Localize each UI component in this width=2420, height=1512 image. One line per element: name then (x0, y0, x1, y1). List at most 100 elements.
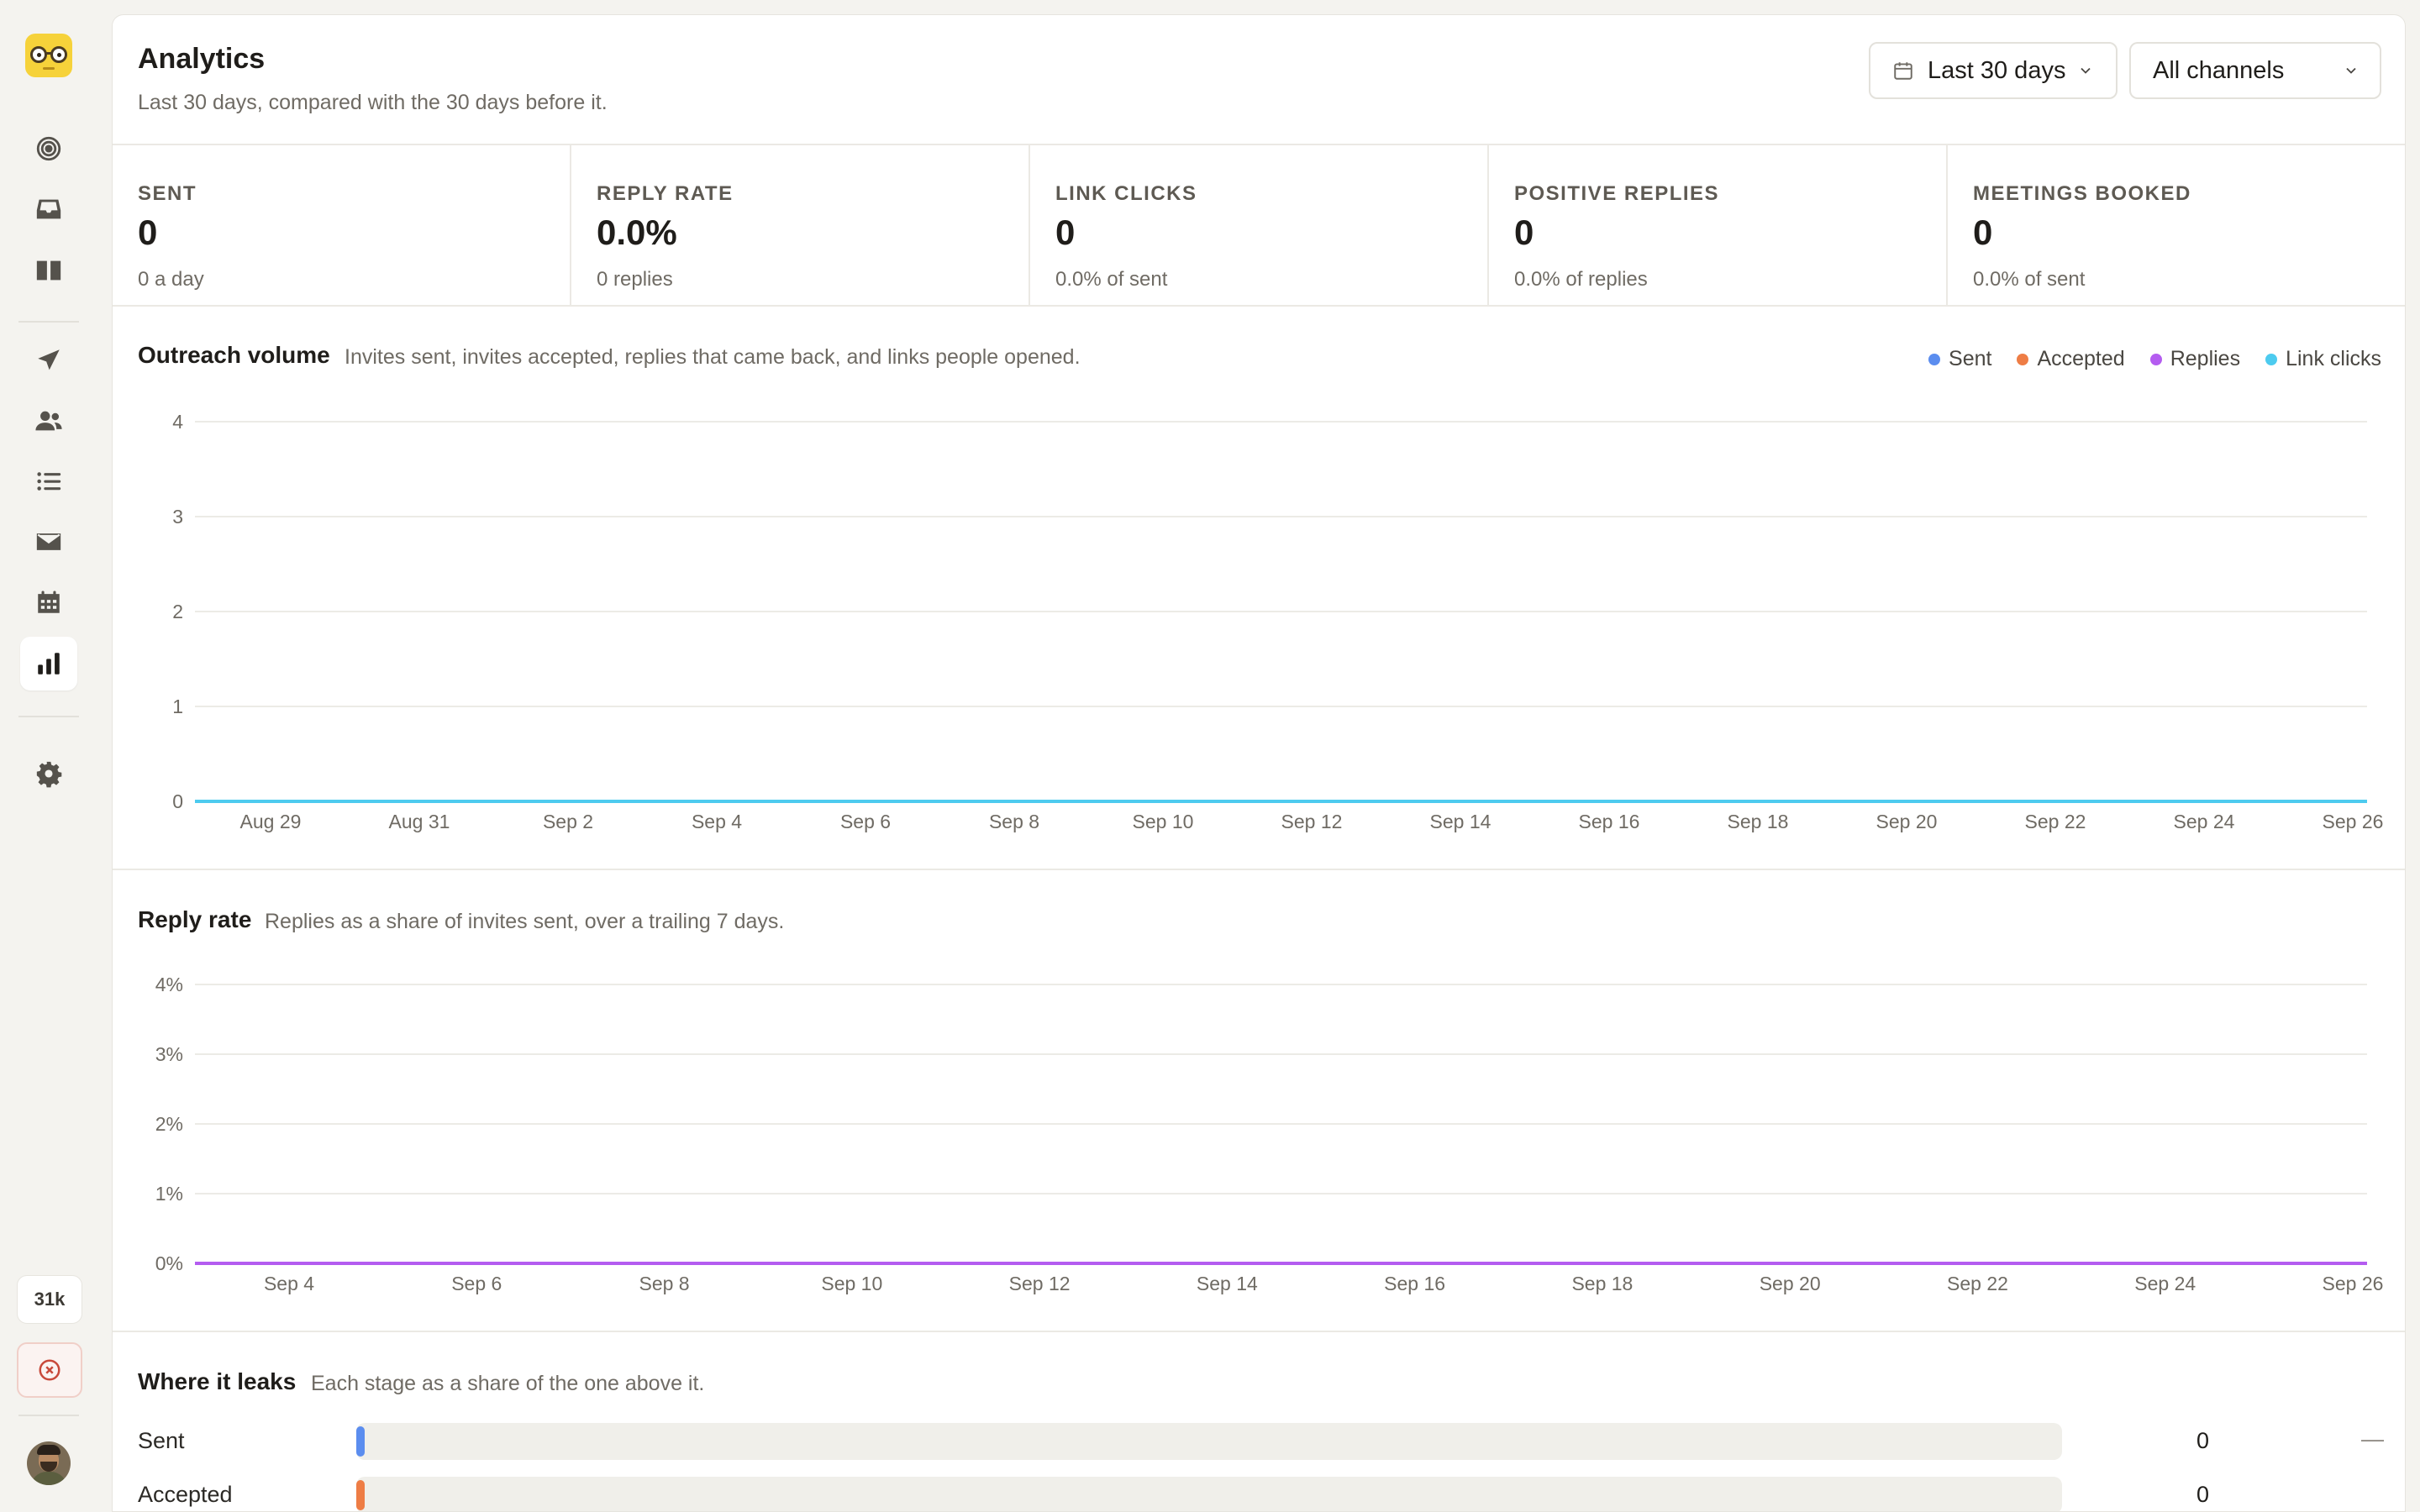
x-tick-label: Sep 12 (1009, 1273, 1071, 1294)
x-tick-label: Sep 24 (2174, 811, 2235, 832)
x-tick-label: Sep 20 (1876, 811, 1938, 832)
legend-label: Link clicks (2286, 347, 2381, 370)
y-tick-label: 4% (155, 974, 183, 995)
kpi-value: 0 (1055, 213, 1076, 252)
reply-rate-desc: Replies as a share of invites sent, over… (265, 910, 785, 933)
kpi-sub: 0 a day (138, 268, 204, 291)
reply-rate-chart: 0% 1% 2% 3% 4% Sep 4 Sep 6 Sep 8 Sep 10 Sep 12 Sep… (155, 974, 2384, 1294)
outreach-title: Outreach volume (138, 342, 330, 368)
legend-item-replies[interactable]: Replies (2149, 347, 2241, 371)
x-tick-label: Sep 6 (840, 811, 891, 832)
y-tick-label: 3 (172, 506, 183, 528)
stop-icon[interactable] (17, 1342, 82, 1398)
x-tick-label: Sep 2 (543, 811, 593, 832)
analytics-panel: Analytics Last 30 days, compared with th… (112, 14, 2406, 1512)
y-tick-label: 1% (155, 1183, 183, 1205)
x-tick-label: Sep 26 (2323, 811, 2384, 832)
gear-icon[interactable] (20, 747, 77, 801)
kpi-link-clicks: LINK CLICKS 0 0.0% of sent (1030, 145, 1489, 305)
x-tick-label: Sep 26 (2323, 1273, 2384, 1294)
y-tick-label: 1 (172, 696, 183, 717)
target-icon[interactable] (20, 122, 77, 176)
chevron-down-icon (2081, 67, 2091, 74)
x-tick-label: Sep 22 (1947, 1273, 2008, 1294)
legend-dot (2149, 353, 2162, 365)
legend-item-accepted[interactable]: Accepted (2017, 347, 2125, 371)
y-tick-label: 3% (155, 1043, 183, 1065)
kpi-sent: SENT 0 0 a day (113, 145, 571, 305)
y-tick-label: 2 (172, 601, 183, 622)
x-tick-label: Aug 31 (389, 811, 450, 832)
kpi-value: 0.0% (597, 213, 677, 252)
kpi-meetings-booked: MEETINGS BOOKED 0 0.0% of sent (1948, 145, 2405, 305)
x-tick-label: Sep 14 (1430, 811, 1491, 832)
page-subtitle: Last 30 days, compared with the 30 days … (138, 91, 608, 114)
book-icon[interactable] (20, 244, 77, 297)
credits-badge[interactable]: 31k (17, 1275, 82, 1324)
x-tick-label: Sep 12 (1281, 811, 1343, 832)
leak-bar-fill (356, 1426, 365, 1457)
sidebar-divider (18, 716, 79, 717)
outreach-volume-chart: 0 1 2 3 4 Aug 29 Aug 31 Sep 2 Sep 4 Sep 6 Sep 8 Sep… (172, 411, 2384, 832)
date-range-label: Last 30 days (1928, 56, 2066, 84)
kpi-label: POSITIVE REPLIES (1514, 182, 1720, 205)
inbox-icon[interactable] (20, 182, 77, 236)
legend-dot (1928, 353, 1941, 365)
leak-stage-label: Sent (138, 1428, 185, 1453)
x-tick-label: Sep 20 (1760, 1273, 1821, 1294)
x-tick-label: Sep 22 (2025, 811, 2086, 832)
x-tick-label: Sep 6 (451, 1273, 502, 1294)
legend-label: Replies (2170, 347, 2241, 370)
sidebar: 31k (0, 0, 97, 1512)
kpi-label: LINK CLICKS (1055, 182, 1197, 205)
legend-item-link-clicks[interactable]: Link clicks (2265, 347, 2381, 371)
kpi-divider (113, 305, 2405, 307)
kpi-sub: 0.0% of sent (1055, 268, 1168, 291)
legend-dot (2265, 353, 2278, 365)
bar-chart-icon[interactable] (20, 637, 77, 690)
avatar[interactable] (27, 1441, 71, 1485)
x-tick-label: Sep 8 (989, 811, 1039, 832)
leak-stage-value: 0 (2196, 1482, 2210, 1507)
leak-stage-pct: — (2361, 1426, 2384, 1452)
kpi-row: SENT 0 0 a day REPLY RATE 0.0% 0 replies… (113, 145, 2405, 305)
x-tick-label: Sep 16 (1579, 811, 1640, 832)
leaks-title: Where it leaks (138, 1368, 297, 1394)
x-tick-label: Sep 10 (1133, 811, 1194, 832)
legend-dot (2017, 353, 2029, 365)
send-icon[interactable] (20, 333, 77, 387)
leak-stage-value: 0 (2196, 1428, 2210, 1453)
channel-label: All channels (2153, 56, 2285, 84)
leak-row-accepted: Accepted 0 (113, 1477, 2405, 1511)
reply-rate-title: Reply rate (138, 906, 252, 932)
x-tick-label: Sep 4 (692, 811, 742, 832)
leak-bar-track (356, 1423, 2062, 1460)
kpi-label: REPLY RATE (597, 182, 734, 205)
kpi-reply-rate: REPLY RATE 0.0% 0 replies (571, 145, 1030, 305)
leak-row-sent: Sent 0 — (113, 1423, 2405, 1463)
page-title: Analytics (138, 43, 266, 75)
legend-item-sent[interactable]: Sent (1928, 347, 1991, 371)
kpi-label: MEETINGS BOOKED (1973, 182, 2191, 205)
mail-icon[interactable] (20, 515, 77, 569)
x-tick-label: Sep 24 (2134, 1273, 2196, 1294)
x-tick-label: Sep 14 (1197, 1273, 1258, 1294)
app-logo[interactable] (25, 34, 72, 77)
x-tick-label: Sep 16 (1384, 1273, 1445, 1294)
leaks-desc: Each stage as a share of the one above i… (311, 1372, 705, 1395)
date-range-select[interactable]: Last 30 days (1869, 42, 2118, 99)
y-tick-label: 0 (172, 790, 183, 812)
x-tick-label: Sep 10 (821, 1273, 882, 1294)
legend-label: Accepted (2037, 347, 2125, 370)
x-tick-label: Sep 8 (639, 1273, 689, 1294)
chart-legend: Sent Accepted Replies Link clicks (1928, 347, 2381, 371)
channel-select[interactable]: All channels (2129, 42, 2381, 99)
kpi-label: SENT (138, 182, 197, 205)
leak-stage-label: Accepted (138, 1482, 233, 1507)
kpi-sub: 0 replies (597, 268, 673, 291)
x-tick-label: Sep 18 (1571, 1273, 1633, 1294)
list-icon[interactable] (20, 454, 77, 508)
section-divider (113, 1331, 2405, 1332)
users-icon[interactable] (20, 394, 77, 448)
calendar-icon[interactable] (20, 575, 77, 629)
